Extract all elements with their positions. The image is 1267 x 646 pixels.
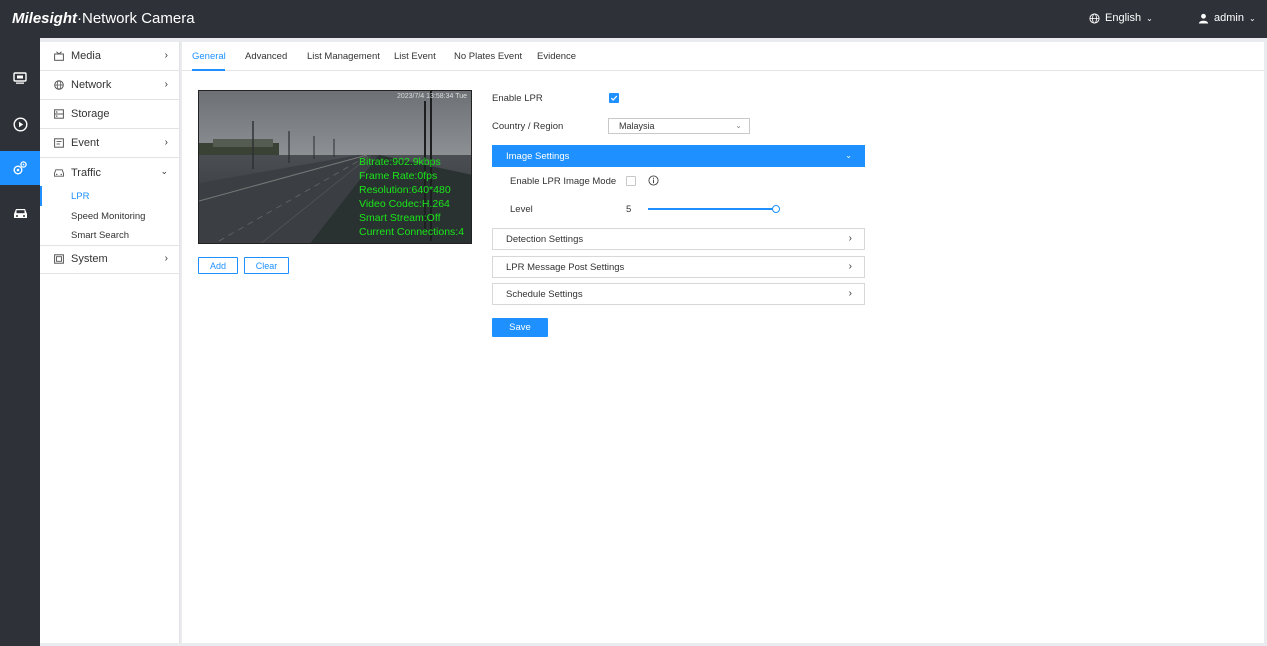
vehicle-button[interactable] [0,196,40,230]
chevron-right-icon: › [848,288,852,299]
settings-sidebar: Media › Network › Storage Event › Traffi… [40,42,180,643]
main-panel: General Advanced List Management List Ev… [182,42,1264,643]
osd-resolution: Resolution:640*480 [359,184,451,196]
osd-video-codec: Video Codec:H.264 [359,198,450,210]
info-icon[interactable] [648,175,659,186]
active-tab-indicator [192,69,225,71]
sidebar-item-label: System [71,253,108,265]
settings-button[interactable] [0,151,40,185]
sidebar-item-system[interactable]: System › [40,245,180,274]
enable-lpr-checkbox[interactable] [609,93,619,103]
globe-icon [54,80,64,90]
tab-list-event[interactable]: List Event [394,51,436,62]
media-icon [54,51,64,61]
sidebar-subitem-label: Smart Search [71,229,130,241]
system-icon [54,254,64,264]
enable-lpr-image-mode-label: Enable LPR Image Mode [510,176,617,187]
level-slider-handle[interactable] [772,205,780,213]
chevron-right-icon: › [164,79,168,90]
event-icon [54,138,64,148]
car-icon [54,168,64,178]
language-label: English [1105,12,1142,24]
image-settings-title: Image Settings [506,150,570,162]
level-value: 5 [626,204,632,215]
sidebar-item-storage[interactable]: Storage [40,100,180,129]
level-label: Level [510,204,533,215]
tab-no-plates-event[interactable]: No Plates Event [454,51,522,62]
tab-general[interactable]: General [192,51,226,62]
osd-bitrate: Bitrate:902.9kbps [359,156,441,168]
chevron-right-icon: › [164,137,168,148]
osd-timestamp: 2023/7/4 13:58:34 Tue [396,93,467,100]
sidebar-subitem-lpr[interactable]: LPR [40,186,180,206]
enable-lpr-image-mode-checkbox[interactable] [626,176,636,186]
sidebar-item-label: Network [71,79,112,91]
schedule-settings-panel[interactable]: Schedule Settings › [492,283,865,305]
lpr-message-post-settings-panel[interactable]: LPR Message Post Settings › [492,256,865,278]
chevron-right-icon: › [848,261,852,272]
sidebar-item-label: Media [71,50,101,62]
chevron-down-icon: ⌄ [845,151,852,160]
schedule-settings-title: Schedule Settings [506,288,583,300]
chevron-right-icon: › [164,253,168,264]
sidebar-item-label: Traffic [71,166,101,179]
tab-bar: General Advanced List Management List Ev… [182,42,1264,71]
tab-list-management[interactable]: List Management [307,51,380,62]
sidebar-subitem-label: Speed Monitoring [71,210,146,222]
detection-settings-title: Detection Settings [506,233,584,245]
storage-icon [54,109,64,119]
sidebar-item-event[interactable]: Event › [40,129,180,158]
image-settings-panel[interactable]: Image Settings ⌄ [492,145,865,167]
chevron-right-icon: › [848,233,852,244]
logo-product: ·Network Camera [77,10,195,27]
logo-brand: Milesight [12,10,78,27]
osd-stats: Bitrate:902.9kbps Frame Rate:0fps Resolu… [359,155,464,239]
osd-frame-rate: Frame Rate:0fps [359,170,438,182]
live-video-preview[interactable]: 2023/7/4 13:58:34 Tue Bitrate:902.9kbps … [198,90,472,244]
tab-evidence[interactable]: Evidence [537,51,576,62]
playback-icon [12,116,28,132]
playback-button[interactable] [0,107,40,141]
osd-current-connections: Current Connections:4 [359,226,465,238]
level-slider-track[interactable] [648,208,776,210]
chevron-down-icon: ⌄ [1146,13,1153,23]
live-view-button[interactable] [0,61,40,95]
tab-advanced[interactable]: Advanced [245,51,287,62]
lpr-message-post-settings-title: LPR Message Post Settings [506,261,625,273]
clear-roi-button[interactable]: Clear [244,257,289,274]
enable-lpr-label: Enable LPR [492,93,543,104]
user-icon [1198,13,1209,24]
country-region-label: Country / Region [492,121,564,132]
country-region-select[interactable]: Malaysia ⌄ [608,118,750,134]
user-menu[interactable]: admin ⌄ [1198,12,1256,24]
user-label: admin [1214,12,1244,24]
sidebar-subitem-speed-monitoring[interactable]: Speed Monitoring [40,206,180,226]
chevron-right-icon: › [164,50,168,61]
chevron-down-icon: ⌄ [160,166,168,176]
detection-settings-panel[interactable]: Detection Settings › [492,228,865,250]
chevron-down-icon: ⌄ [1248,13,1256,23]
sidebar-item-label: Event [71,137,100,149]
settings-icon [13,161,27,175]
osd-smart-stream: Smart Stream:Off [359,212,441,224]
add-roi-button[interactable]: Add [198,257,238,274]
app-logo: Milesight·Network Camera [12,10,195,27]
checkmark-icon [610,95,618,101]
sidebar-item-traffic[interactable]: Traffic ⌄ [40,158,180,187]
sidebar-item-media[interactable]: Media › [40,42,180,71]
country-region-value: Malaysia [619,121,655,131]
sidebar-subitem-smart-search[interactable]: Smart Search [40,225,180,246]
sidebar-item-network[interactable]: Network › [40,71,180,100]
chevron-down-icon: ⌄ [735,121,742,130]
vehicle-icon [13,208,27,218]
sidebar-subitem-label: LPR [71,190,90,202]
live-view-icon [13,72,27,84]
icon-rail [0,38,40,646]
language-menu[interactable]: English ⌄ [1089,12,1153,24]
save-button[interactable]: Save [492,318,548,337]
globe-icon [1089,12,1100,24]
top-bar: Milesight·Network Camera English ⌄ admin… [0,0,1267,38]
sidebar-item-label: Storage [71,108,110,120]
